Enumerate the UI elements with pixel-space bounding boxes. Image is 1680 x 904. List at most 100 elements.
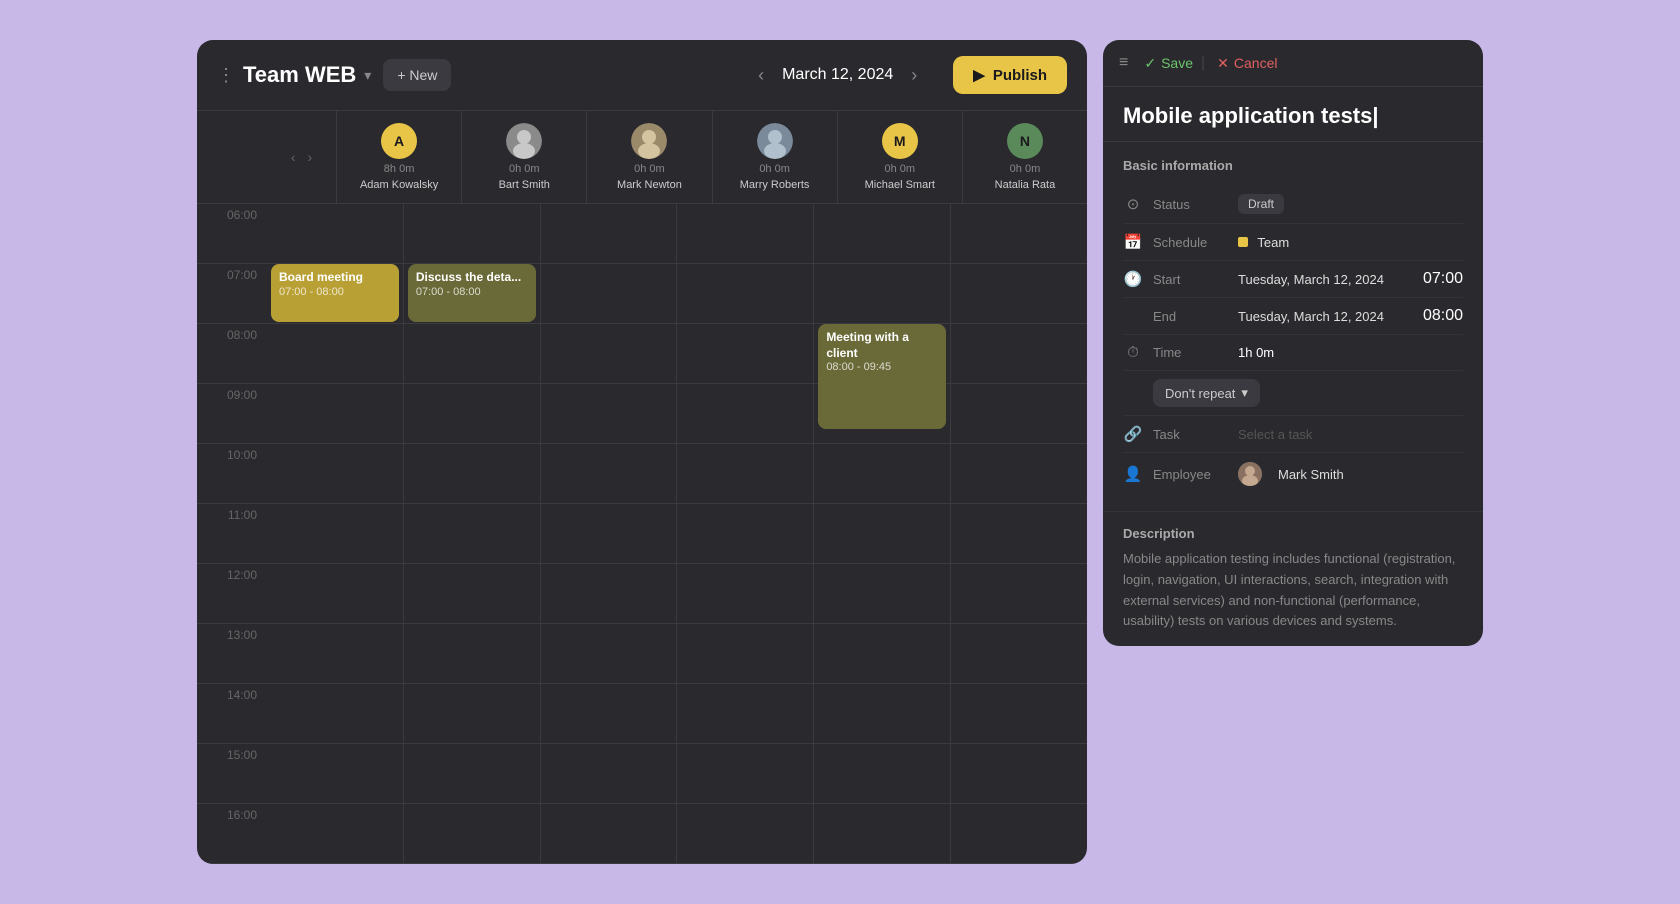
cell-06-bart[interactable]	[404, 204, 540, 264]
employee-icon: 👤	[1123, 465, 1143, 483]
cell-10-bart[interactable]	[404, 444, 540, 504]
cell-12-adam[interactable]	[267, 564, 403, 624]
cell-08-michael[interactable]: Meeting with a client 08:00 - 09:45	[814, 324, 950, 384]
status-label: Status	[1153, 197, 1228, 212]
event-discuss-title: Discuss the deta...	[416, 270, 528, 286]
members-prev[interactable]: ‹	[287, 145, 300, 169]
calendar-nav: ‹ March 12, 2024 ›	[750, 61, 925, 90]
time-value: 1h 0m	[1238, 345, 1463, 360]
name-michael: Michael Smart	[865, 179, 935, 191]
member-marry: 0h 0m Marry Roberts	[713, 111, 838, 203]
cell-12-bart[interactable]	[404, 564, 540, 624]
next-arrow[interactable]: ›	[903, 61, 925, 90]
event-meeting-client[interactable]: Meeting with a client 08:00 - 09:45	[818, 324, 946, 429]
cell-11-adam[interactable]	[267, 504, 403, 564]
col-marry	[677, 204, 814, 864]
cancel-label: Cancel	[1234, 55, 1278, 71]
cancel-button[interactable]: ✕ Cancel	[1217, 55, 1277, 72]
hours-adam: 8h 0m	[384, 163, 415, 175]
cell-14-adam[interactable]	[267, 684, 403, 744]
status-icon: ⊙	[1123, 195, 1143, 213]
cell-09-adam[interactable]	[267, 384, 403, 444]
basic-info-heading: Basic information	[1123, 158, 1463, 173]
time-14: 14:00	[197, 684, 267, 744]
publish-label: Publish	[993, 67, 1047, 84]
save-button[interactable]: ✓ Save	[1144, 55, 1193, 72]
member-mark: 0h 0m Mark Newton	[587, 111, 712, 203]
time-09: 09:00	[197, 384, 267, 444]
schedule-text: Team	[1257, 235, 1289, 250]
row-start: 🕐 Start Tuesday, March 12, 2024 07:00	[1123, 261, 1463, 298]
publish-button[interactable]: ▶ Publish	[953, 56, 1067, 94]
repeat-label: Don't repeat	[1165, 386, 1235, 401]
save-check-icon: ✓	[1144, 55, 1156, 72]
schedule-value: Team	[1238, 235, 1463, 250]
event-discuss-time: 07:00 - 08:00	[416, 286, 528, 298]
cell-13-adam[interactable]	[267, 624, 403, 684]
cell-07-bart[interactable]: Discuss the deta... 07:00 - 08:00	[404, 264, 540, 324]
name-bart: Bart Smith	[499, 179, 550, 191]
hours-michael: 0h 0m	[884, 163, 915, 175]
employee-avatar	[1238, 462, 1262, 486]
cell-16-bart[interactable]	[404, 804, 540, 864]
cell-15-bart[interactable]	[404, 744, 540, 804]
task-label: Task	[1153, 427, 1228, 442]
col-bart: Discuss the deta... 07:00 - 08:00	[404, 204, 541, 864]
task-icon: 🔗	[1123, 425, 1143, 443]
cell-08-bart[interactable]	[404, 324, 540, 384]
detail-top-bar: ≡ ✓ Save | ✕ Cancel	[1103, 40, 1483, 87]
event-title-field[interactable]: Mobile application tests|	[1103, 87, 1483, 142]
detail-menu-icon[interactable]: ≡	[1119, 54, 1128, 72]
description-heading: Description	[1123, 526, 1463, 541]
detail-body: Basic information ⊙ Status Draft 📅 Sched…	[1103, 142, 1483, 511]
hours-mark: 0h 0m	[634, 163, 665, 175]
publish-icon: ▶	[973, 66, 985, 84]
time-16: 16:00	[197, 804, 267, 864]
time-label: Time	[1153, 345, 1228, 360]
start-date[interactable]: Tuesday, March 12, 2024	[1238, 272, 1405, 287]
event-discuss[interactable]: Discuss the deta... 07:00 - 08:00	[408, 264, 536, 322]
time-10: 10:00	[197, 444, 267, 504]
task-placeholder[interactable]: Select a task	[1238, 427, 1312, 442]
cell-15-adam[interactable]	[267, 744, 403, 804]
col-adam: Board meeting 07:00 - 08:00	[267, 204, 404, 864]
description-section: Description Mobile application testing i…	[1103, 511, 1483, 646]
members-next[interactable]: ›	[304, 145, 317, 169]
end-date[interactable]: Tuesday, March 12, 2024	[1238, 309, 1405, 324]
end-time[interactable]: 08:00	[1423, 307, 1463, 325]
members-row: ‹ › A 8h 0m Adam Kowalsky 0h 0m	[197, 111, 1087, 204]
avatar-michael: M	[882, 123, 918, 159]
cell-16-adam[interactable]	[267, 804, 403, 864]
cell-09-bart[interactable]	[404, 384, 540, 444]
member-bart: 0h 0m Bart Smith	[462, 111, 587, 203]
cell-11-bart[interactable]	[404, 504, 540, 564]
new-label: + New	[397, 67, 437, 83]
prev-arrow[interactable]: ‹	[750, 61, 772, 90]
divider: |	[1201, 54, 1205, 72]
cell-08-adam[interactable]	[267, 324, 403, 384]
time-icon: ⏱	[1123, 344, 1143, 361]
event-board-time: 07:00 - 08:00	[279, 286, 391, 298]
event-board-meeting[interactable]: Board meeting 07:00 - 08:00	[271, 264, 399, 322]
cell-06-adam[interactable]	[267, 204, 403, 264]
start-time[interactable]: 07:00	[1423, 270, 1463, 288]
repeat-selector[interactable]: Don't repeat ▾	[1153, 379, 1260, 407]
team-dropdown-icon[interactable]: ▾	[364, 67, 371, 84]
new-button[interactable]: + New	[383, 59, 451, 91]
row-employee: 👤 Employee Mark Smith	[1123, 453, 1463, 495]
end-label: End	[1153, 309, 1228, 324]
description-text: Mobile application testing includes func…	[1123, 549, 1463, 632]
cell-10-adam[interactable]	[267, 444, 403, 504]
status-badge[interactable]: Draft	[1238, 194, 1284, 214]
cell-07-adam[interactable]: Board meeting 07:00 - 08:00	[267, 264, 403, 324]
name-natalia: Natalia Rata	[995, 179, 1056, 191]
grid-columns: Board meeting 07:00 - 08:00	[267, 204, 1087, 864]
menu-dots-icon[interactable]: ⋮	[217, 65, 235, 86]
time-06: 06:00	[197, 204, 267, 264]
col-natalia	[951, 204, 1087, 864]
hours-bart: 0h 0m	[509, 163, 540, 175]
start-icon: 🕐	[1123, 270, 1143, 288]
repeat-chevron-icon: ▾	[1241, 385, 1248, 401]
cell-14-bart[interactable]	[404, 684, 540, 744]
cell-13-bart[interactable]	[404, 624, 540, 684]
